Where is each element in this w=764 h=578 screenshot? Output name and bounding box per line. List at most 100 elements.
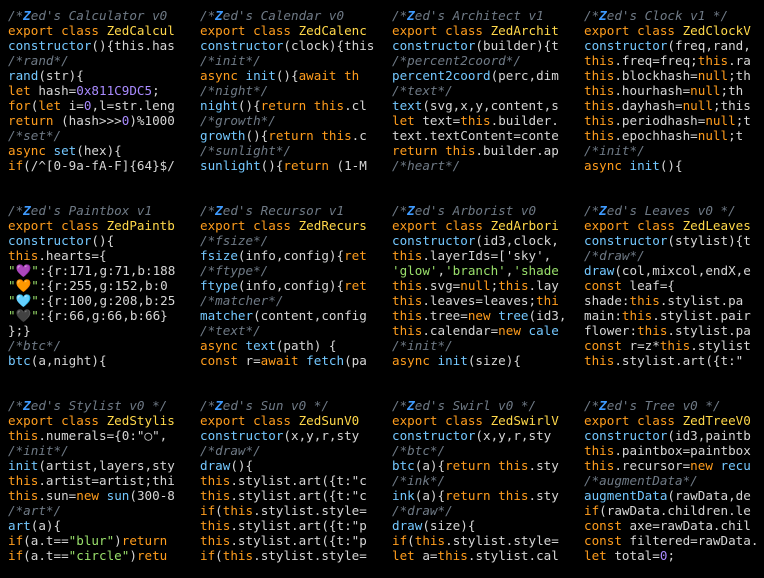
code-token: :{r:255,g:152,b:0 bbox=[38, 278, 168, 293]
code-token: this bbox=[313, 98, 345, 113]
code-token: (1-M bbox=[336, 158, 367, 173]
panel-title-text: ed's Paintbox v1 bbox=[30, 203, 153, 218]
code-line: /*text*/ bbox=[392, 83, 574, 98]
code-token: return bbox=[8, 113, 62, 128]
code-line: constructor(clock){this bbox=[200, 38, 382, 53]
code-token: (){ bbox=[237, 98, 261, 113]
code-token: this bbox=[629, 293, 660, 308]
code-token: (){ bbox=[275, 68, 299, 83]
code-token: "🧡" bbox=[8, 278, 39, 293]
code-line: export class ZedClockV bbox=[584, 23, 764, 38]
code-token: .artist=artist;thi bbox=[38, 473, 175, 488]
code-token: /*sunlight*/ bbox=[200, 143, 291, 158]
comment-open: /* bbox=[8, 203, 24, 218]
panel-title-text: ed's Calendar v0 bbox=[222, 8, 345, 23]
code-line: if(this.stylist.style= bbox=[200, 503, 382, 518]
code-token: let bbox=[392, 548, 423, 563]
code-token: (size){ bbox=[467, 353, 521, 368]
code-token: (){ bbox=[230, 458, 254, 473]
code-token: this bbox=[392, 293, 423, 308]
code-token: (pa bbox=[344, 353, 367, 368]
code-line: /*ftype*/ bbox=[200, 263, 382, 278]
code-line: export class ZedLeaves bbox=[584, 218, 764, 233]
panel-title: /*Zed's Stylist v0 */ bbox=[8, 398, 190, 413]
code-token: return bbox=[268, 128, 322, 143]
code-token: ; bbox=[667, 548, 676, 563]
code-token: this bbox=[392, 248, 423, 263]
code-line: sunlight(){return (1-M bbox=[200, 158, 382, 173]
code-token: text.textContent=conte bbox=[392, 128, 559, 143]
code-token: (){ bbox=[260, 158, 284, 173]
code-line: const r=await fetch(pa bbox=[200, 353, 382, 368]
code-line: constructor(stylist){t bbox=[584, 233, 764, 248]
comment-open: /* bbox=[200, 398, 216, 413]
code-token: .tree= bbox=[422, 308, 468, 323]
code-token: new bbox=[498, 323, 529, 338]
code-token: cale bbox=[528, 323, 559, 338]
code-token: .stylist.style= bbox=[253, 548, 367, 563]
code-line: main:this.stylist.pair bbox=[584, 308, 764, 323]
code-token: 'shade bbox=[513, 263, 559, 278]
code-line: this.freq=freq;this.ra bbox=[584, 53, 764, 68]
code-token: this bbox=[200, 533, 231, 548]
code-token: total= bbox=[614, 548, 660, 563]
code-token: this bbox=[584, 353, 615, 368]
code-token: "blur" bbox=[68, 533, 115, 548]
code-line: this.calendar=new cale bbox=[392, 323, 574, 338]
comment-open: /* bbox=[584, 203, 600, 218]
code-line: let text=this.builder. bbox=[392, 113, 574, 128]
code-panel: /*Zed's Stylist v0 */export class ZedSty… bbox=[8, 398, 190, 578]
code-token: .hearts={ bbox=[38, 248, 107, 263]
code-token: ) bbox=[114, 533, 122, 548]
code-token: .layerIds=['sky', bbox=[422, 248, 552, 263]
code-token: ZedLeaves bbox=[682, 218, 751, 233]
code-line: export class ZedCalenc bbox=[200, 23, 382, 38]
code-line: draw(){ bbox=[200, 458, 382, 473]
code-token: .c bbox=[351, 128, 367, 143]
code-token: this bbox=[8, 428, 39, 443]
panel-title: /*Zed's Calendar v0 bbox=[200, 8, 382, 23]
code-token: export class bbox=[584, 413, 683, 428]
code-token: export class bbox=[392, 413, 491, 428]
panel-title-text: ed's Calculator v0 bbox=[30, 8, 168, 23]
panel-title: /*Zed's Leaves v0 */ bbox=[584, 203, 764, 218]
code-line: export class ZedCalcul bbox=[8, 23, 190, 38]
code-panel: /*Zed's Calculator v0 export class ZedCal… bbox=[8, 8, 190, 188]
code-token: .stylist.cal bbox=[467, 548, 559, 563]
code-token: "🩵" bbox=[8, 293, 39, 308]
code-token: i= bbox=[68, 98, 84, 113]
panel-title-text: ed's Recursor v1 bbox=[222, 203, 345, 218]
code-panel: /*Zed's Tree v0 */export class ZedTreeV0… bbox=[584, 398, 764, 578]
code-token: this bbox=[498, 488, 529, 503]
panel-title: /*Zed's Recursor v1 bbox=[200, 203, 382, 218]
code-line: /*init*/ bbox=[200, 53, 382, 68]
code-token: this bbox=[584, 68, 615, 83]
code-line: if(this.stylist.style= bbox=[392, 533, 574, 548]
code-token: this bbox=[584, 113, 615, 128]
code-token: export class bbox=[200, 413, 299, 428]
code-token: /*btc*/ bbox=[392, 443, 446, 458]
code-line: /*heart*/ bbox=[392, 158, 574, 173]
code-token: .hourhash= bbox=[614, 83, 691, 98]
zed-logo-icon: Z bbox=[23, 8, 31, 23]
code-token: this bbox=[414, 533, 446, 548]
code-token: matcher bbox=[200, 308, 254, 323]
code-token: /*init*/ bbox=[200, 53, 261, 68]
code-line: /*draw*/ bbox=[200, 443, 382, 458]
code-token: /*heart*/ bbox=[392, 158, 461, 173]
code-token: ,l=str.leng bbox=[91, 98, 175, 113]
code-token: .stylist.art({t:"p bbox=[230, 533, 367, 548]
code-line: /*fsize*/ bbox=[200, 233, 382, 248]
code-token: async bbox=[200, 68, 246, 83]
code-token: this bbox=[460, 113, 491, 128]
code-token: (svg,x,y,content,s bbox=[422, 98, 559, 113]
code-token: (a.t== bbox=[23, 548, 69, 563]
code-panel: /*Zed's Paintbox v1 export class ZedPaint… bbox=[8, 203, 190, 383]
zed-logo-icon: Z bbox=[599, 8, 607, 23]
code-line: this.paintbox=paintbox bbox=[584, 443, 764, 458]
code-token: (stylist){t bbox=[667, 233, 751, 248]
code-line: this.recursor=new recu bbox=[584, 458, 764, 473]
code-line: this.svg=null;this.lay bbox=[392, 278, 574, 293]
code-token: (info,config){ bbox=[237, 278, 345, 293]
code-line: if(a.t=="circle")retu bbox=[8, 548, 190, 563]
